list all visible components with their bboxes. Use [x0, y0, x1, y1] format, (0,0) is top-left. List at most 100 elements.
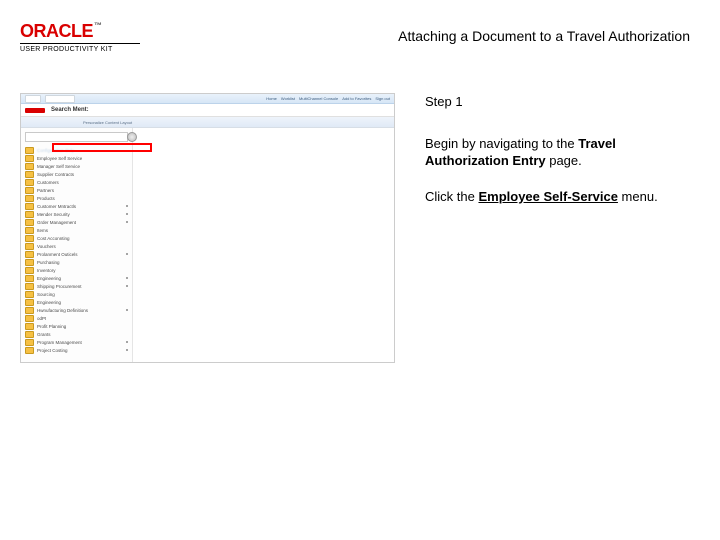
sidebar-item-label: Cost Acconnting [37, 236, 70, 241]
expand-dot-icon [126, 213, 128, 215]
folder-icon [25, 187, 34, 194]
folder-icon [25, 291, 34, 298]
sidebar-menu: Configuration Ovly Employee Self Service M… [21, 128, 133, 363]
app-topbar: Home Worklist MultiChannel Console Add t… [21, 94, 394, 104]
instruction-line-2: Click the Employee Self-Service menu. [425, 188, 695, 206]
folder-icon [25, 299, 34, 306]
expand-dot-icon [126, 221, 128, 223]
folder-icon [25, 227, 34, 234]
folder-icon [25, 243, 34, 250]
folder-icon [25, 267, 34, 274]
sidebar-item-label: Engineering [37, 276, 61, 281]
folder-icon [25, 171, 34, 178]
sidebar-item-label: Supplier Contracts [37, 172, 74, 177]
sidebar-item[interactable]: Inventory [21, 266, 132, 274]
sidebar-item-label: Customers [37, 180, 59, 185]
oracle-logo-block: ORACLE™ USER PRODUCTIVITY KIT [20, 22, 140, 53]
folder-icon [25, 307, 34, 314]
folder-icon [25, 211, 34, 218]
sidebar-item-label: Engineering [37, 300, 61, 305]
sidebar-item[interactable]: Profit Planning [21, 322, 132, 330]
expand-dot-icon [126, 341, 128, 343]
brand-name: ORACLE [20, 21, 93, 41]
sidebar-item-label: Products [37, 196, 55, 201]
sidebar-item-label: Purchasing [37, 260, 60, 265]
sidebar-item[interactable]: Employee Self Service [21, 154, 132, 162]
sidebar-item[interactable]: Partners [21, 186, 132, 194]
expand-dot-icon [126, 253, 128, 255]
signout-link[interactable]: Sign out [375, 96, 390, 101]
personalize-label[interactable]: Personalize Content Layout [83, 120, 132, 125]
folder-icon [25, 203, 34, 210]
sidebar-item[interactable]: Grder Management [21, 218, 132, 226]
sidebar-item[interactable]: Mender Security [21, 210, 132, 218]
sidebar-item-label: Customer Mntractls [37, 204, 76, 209]
search-input[interactable] [25, 132, 128, 142]
sidebar-item[interactable]: Sourcing [21, 290, 132, 298]
sidebar-item-label: Prolanment Outicels [37, 252, 78, 257]
folder-icon [25, 283, 34, 290]
sidebar-item[interactable]: Supplier Contracts [21, 170, 132, 178]
topbar-pill [25, 95, 41, 103]
folder-icon [25, 315, 34, 322]
favorites-link[interactable]: Add to Favorites [342, 96, 371, 101]
folder-icon [25, 155, 34, 162]
sidebar-item-label: Profit Planning [37, 324, 66, 329]
sidebar-item-label: Employee Self Service [37, 156, 82, 161]
sidebar-item[interactable]: Customer Mntractls [21, 202, 132, 210]
instruction-line-1: Begin by navigating to the Travel Author… [425, 135, 695, 170]
sidebar-item[interactable]: Engineering [21, 298, 132, 306]
employee-self-service-link[interactable]: Employee Self-Service [478, 189, 617, 204]
sidebar-item[interactable]: Manager Self Service [21, 162, 132, 170]
search-menu-label: Search Ment: [51, 107, 89, 113]
main-content-area [133, 128, 394, 363]
sidebar-item-label: Project Costing [37, 348, 68, 353]
sidebar-item[interactable]: Shipping Procurement [21, 282, 132, 290]
folder-icon [25, 259, 34, 266]
sidebar-item[interactable]: Products [21, 194, 132, 202]
sidebar-item[interactable]: odPt [21, 314, 132, 322]
sidebar-item[interactable]: Vouchers [21, 242, 132, 250]
sidebar-item-label: Vouchers [37, 244, 56, 249]
sidebar-item[interactable]: Project Costing [21, 346, 132, 354]
document-title: Attaching a Document to a Travel Authori… [398, 28, 690, 44]
sidebar-item[interactable]: Grants [21, 330, 132, 338]
folder-icon [25, 147, 34, 154]
folder-icon [25, 235, 34, 242]
home-link[interactable]: Home [266, 96, 277, 101]
expand-dot-icon [126, 277, 128, 279]
sidebar-item[interactable]: Prolanment Outicels [21, 250, 132, 258]
inst2-post: menu. [618, 189, 658, 204]
step-number: Step 1 [425, 93, 695, 111]
sidebar-item[interactable]: Purchasing [21, 258, 132, 266]
sidebar-item[interactable]: Configuration Ovly [21, 146, 132, 154]
sidebar-item[interactable]: Cost Acconnting [21, 234, 132, 242]
sidebar-item-label: Partners [37, 188, 54, 193]
product-subline: USER PRODUCTIVITY KIT [20, 43, 140, 53]
sidebar-item[interactable]: Items [21, 226, 132, 234]
app-row2: Search Ment: [21, 104, 394, 117]
sidebar-item[interactable]: Hwnufacturing Definitions [21, 306, 132, 314]
folder-icon [25, 179, 34, 186]
app-screenshot: Home Worklist MultiChannel Console Add t… [20, 93, 395, 363]
folder-icon [25, 251, 34, 258]
sidebar-item-label: Manager Self Service [37, 164, 80, 169]
expand-dot-icon [126, 349, 128, 351]
sidebar-item[interactable]: Engineering [21, 274, 132, 282]
sidebar-item[interactable]: Program Management [21, 338, 132, 346]
inst1-pre: Begin by navigating to the [425, 136, 578, 151]
worklist-link[interactable]: Worklist [281, 96, 295, 101]
main-menu-pill[interactable] [45, 95, 75, 103]
search-go-icon[interactable] [127, 132, 137, 142]
sidebar-item-label: Items [37, 228, 48, 233]
sidebar-item-label: Inventory [37, 268, 56, 273]
mini-logo-icon [21, 108, 49, 113]
folder-icon [25, 331, 34, 338]
sidebar-item[interactable]: Customers [21, 178, 132, 186]
sidebar-item-label: Configuration Ovly [37, 148, 74, 153]
folder-icon [25, 219, 34, 226]
inst1-post: page. [546, 153, 582, 168]
multichannel-link[interactable]: MultiChannel Console [299, 96, 338, 101]
sidebar-item-label: Sourcing [37, 292, 55, 297]
inst2-pre: Click the [425, 189, 478, 204]
